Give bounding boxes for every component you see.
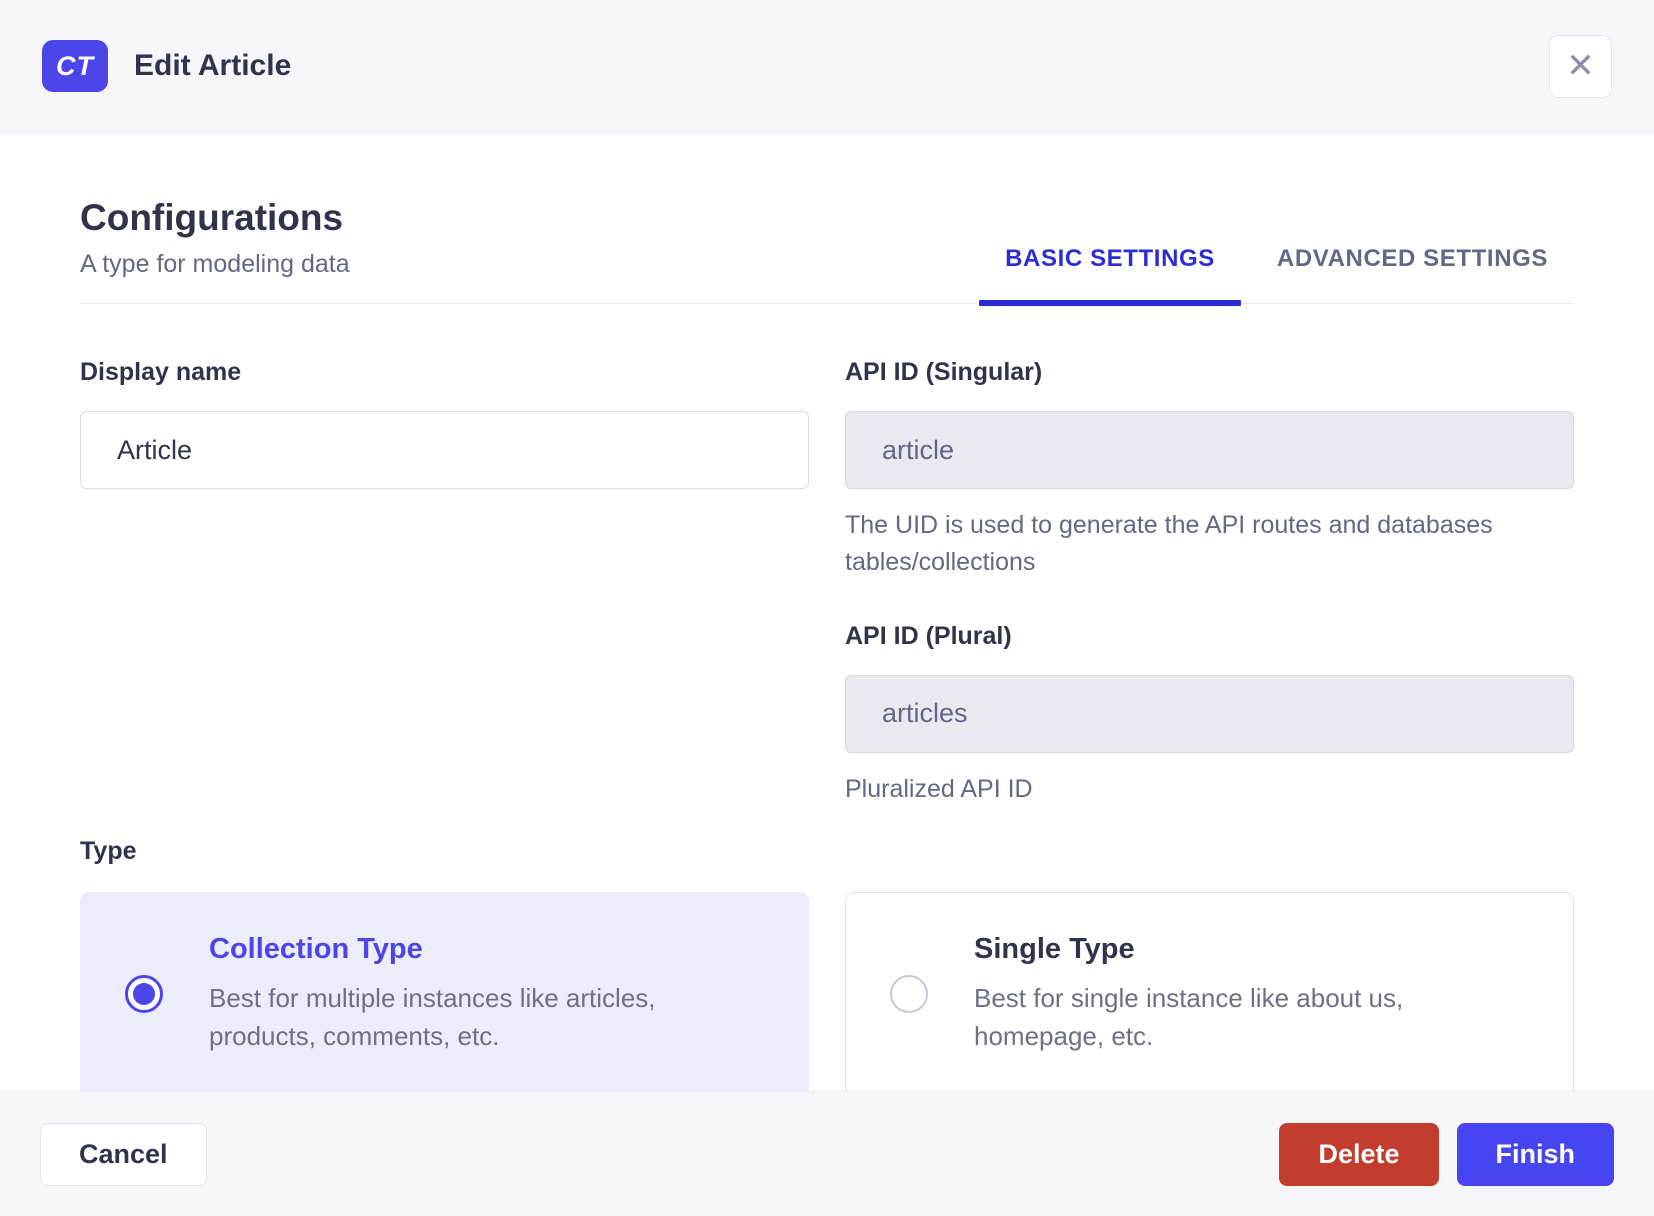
tab-basic-settings[interactable]: BASIC SETTINGS — [979, 245, 1241, 307]
content-type-badge: CT — [42, 40, 108, 92]
type-section: Type Collection Type Best for multiple i… — [80, 837, 1574, 1091]
close-button[interactable]: ✕ — [1549, 34, 1612, 98]
display-name-label: Display name — [80, 358, 242, 387]
type-cards: Collection Type Best for multiple instan… — [80, 892, 1574, 1091]
page-subtitle: A type for modeling data — [80, 250, 350, 279]
page-title: Configurations — [80, 197, 344, 238]
api-id-singular-input — [845, 411, 1574, 490]
type-option-single[interactable]: Single Type Best for single instance lik… — [845, 892, 1574, 1091]
api-id-singular-hint: The UID is used to generate the API rout… — [845, 511, 1493, 576]
type-option-content: Collection Type Best for multiple instan… — [209, 933, 764, 1055]
finish-button[interactable]: Finish — [1456, 1122, 1614, 1186]
type-option-title: Collection Type — [209, 933, 423, 966]
radio-checked-icon[interactable] — [125, 975, 163, 1014]
display-name-input[interactable] — [80, 411, 809, 490]
form-column-right: API ID (Singular) The UID is used to gen… — [845, 358, 1574, 807]
type-option-collection[interactable]: Collection Type Best for multiple instan… — [80, 892, 809, 1091]
type-option-description: Best for multiple instances like article… — [209, 983, 656, 1051]
radio-unchecked-icon[interactable] — [890, 975, 928, 1014]
footer-actions: Delete Finish — [1279, 1122, 1614, 1186]
api-id-plural-label: API ID (Plural) — [845, 621, 1012, 650]
delete-button[interactable]: Delete — [1279, 1122, 1439, 1186]
type-option-content: Single Type Best for single instance lik… — [974, 933, 1529, 1055]
settings-tabs: BASIC SETTINGS ADVANCED SETTINGS — [979, 245, 1574, 307]
api-id-plural-input — [845, 674, 1574, 753]
api-id-plural-field: API ID (Plural) Pluralized API ID — [845, 622, 1574, 807]
modal-footer: Cancel Delete Finish — [0, 1091, 1654, 1216]
api-id-singular-label: API ID (Singular) — [845, 358, 1043, 387]
tab-advanced-settings[interactable]: ADVANCED SETTINGS — [1251, 245, 1574, 303]
type-option-description: Best for single instance like about us, … — [974, 983, 1404, 1051]
form-column-left: Display name — [80, 358, 809, 807]
section-head: Configurations A type for modeling data … — [80, 196, 1574, 307]
modal-title: Edit Article — [134, 49, 292, 82]
section-titles: Configurations A type for modeling data — [80, 196, 350, 303]
display-name-field: Display name — [80, 358, 809, 490]
form-grid: Display name API ID (Singular) The UID i… — [80, 358, 1574, 807]
type-label: Type — [80, 837, 137, 866]
cancel-button[interactable]: Cancel — [40, 1122, 207, 1186]
api-id-plural-hint: Pluralized API ID — [845, 774, 1033, 803]
type-option-title: Single Type — [974, 933, 1135, 966]
close-icon: ✕ — [1566, 47, 1595, 85]
api-id-singular-field: API ID (Singular) The UID is used to gen… — [845, 358, 1574, 580]
modal-header: CT Edit Article ✕ — [0, 0, 1654, 133]
modal-body: Configurations A type for modeling data … — [0, 134, 1654, 1091]
